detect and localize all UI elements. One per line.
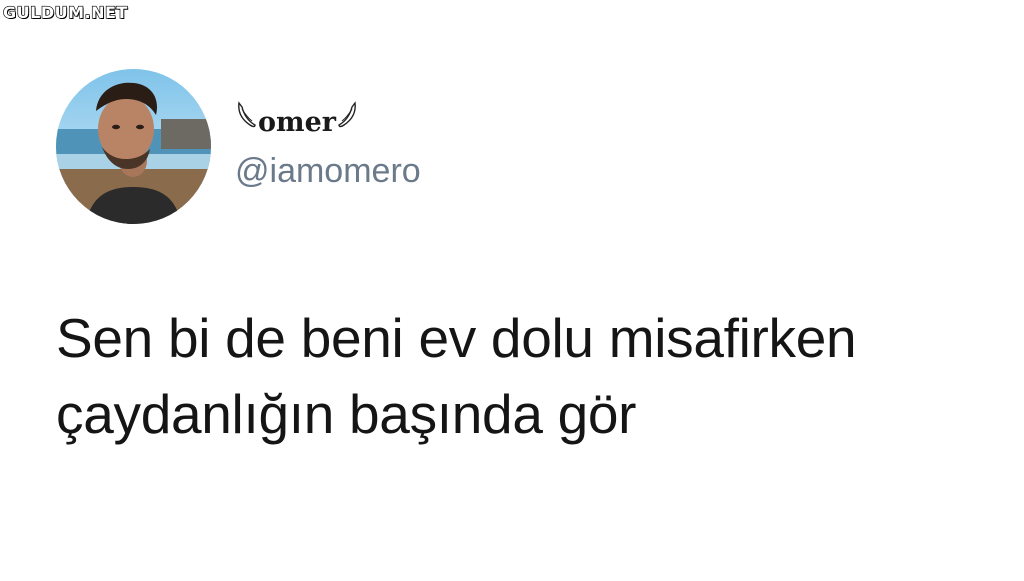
- tweet-text-line: çaydanlığın başında gör: [56, 383, 637, 445]
- tweet-card: omer @iamomero Sen bi de beni ev dolu mi…: [0, 0, 1024, 581]
- user-handle[interactable]: @iamomero: [235, 154, 421, 188]
- avatar[interactable]: [56, 69, 211, 224]
- wing-right-icon: [338, 101, 358, 131]
- tweet-text-line: Sen bi de beni ev dolu misafirken: [56, 307, 857, 369]
- display-name-text: omer: [258, 106, 336, 138]
- display-name[interactable]: omer: [236, 94, 358, 138]
- wing-left-icon: [236, 101, 256, 131]
- tweet-text: Sen bi de beni ev dolu misafirken çaydan…: [56, 300, 996, 452]
